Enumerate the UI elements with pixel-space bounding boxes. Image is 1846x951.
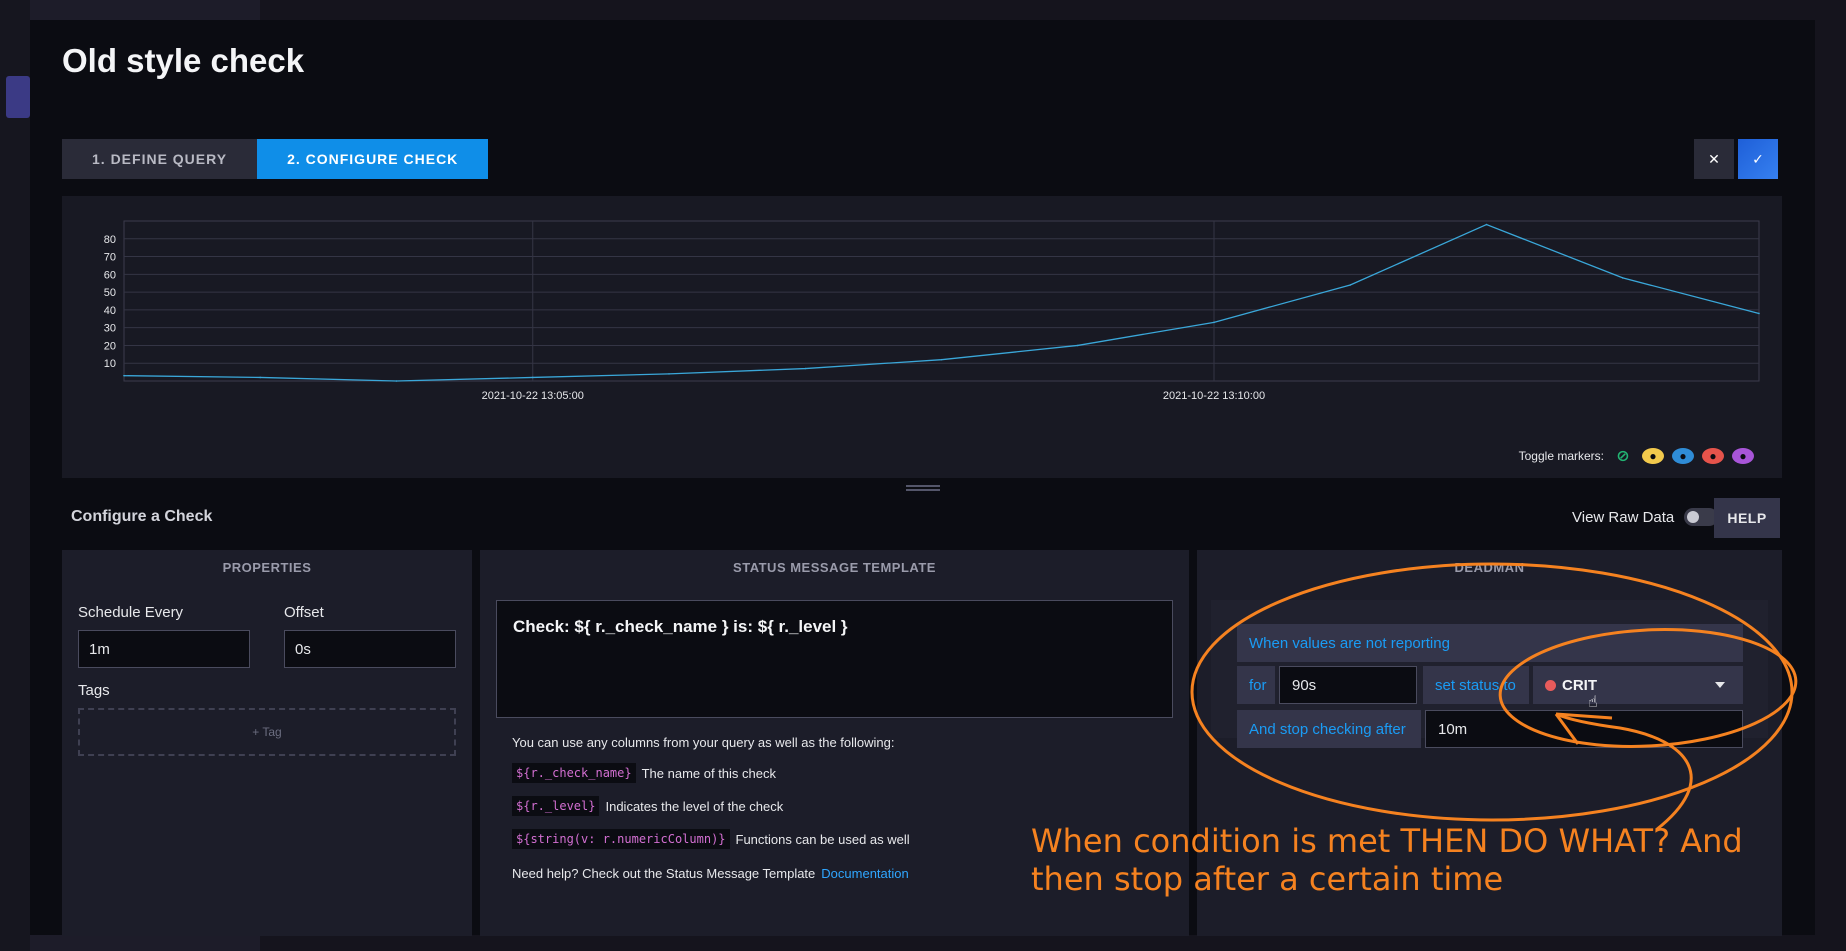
series-line [123,223,1760,382]
close-button[interactable]: ✕ [1694,139,1734,179]
data-point [123,374,125,377]
template-var-row: ${r._level} Indicates the level of the c… [512,796,783,816]
annotation-text: When condition is met THEN DO WHAT? And … [1031,822,1743,898]
data-point [531,376,534,379]
y-tick-label: 60 [104,269,116,281]
template-var-code: ${r._check_name} [512,763,636,783]
graph-panel: 10 20 30 40 50 60 70 80 2021-10-22 13:05:00 2021-… [62,196,1782,478]
data-point [395,380,398,382]
mouse-cursor-icon: ☝ [1588,694,1598,711]
check-editor-overlay: Old style check 1. DEFINE QUERY 2. CONFI… [30,20,1815,936]
status-level-value: CRIT [1562,676,1597,694]
deadman-heading: DEADMAN [1454,560,1525,575]
data-point [1621,277,1624,279]
line-chart: 10 20 30 40 50 60 70 80 2021-10-22 13:05:00 2021-… [104,220,1760,402]
status-level-dropdown[interactable]: CRIT [1533,666,1743,704]
resize-handle[interactable] [906,485,940,491]
for-label: for [1237,666,1275,704]
template-var-code: ${string(v: r.numericColumn)} [512,829,730,849]
schedule-input[interactable]: 1m [78,630,250,668]
help-button[interactable]: HELP [1714,498,1780,538]
template-editor[interactable]: Check: ${ r._check_name } is: ${ r._leve… [496,600,1173,718]
toggle-markers: Toggle markers: ⊘ ● ● ● ● [1518,448,1754,465]
properties-card: PROPERTIES Schedule Every 1m Offset 0s T… [62,550,472,936]
marker-ok-toggle[interactable]: ⊘ [1612,448,1634,465]
view-raw-label: View Raw Data [1572,508,1675,526]
schedule-label: Schedule Every [78,604,184,621]
x-tick-label: 2021-10-22 13:05:00 [482,390,584,402]
stop-after-input[interactable]: 10m [1425,710,1743,748]
template-var-desc: Functions can be used as well [735,831,910,847]
data-point [1076,344,1079,347]
properties-heading: PROPERTIES [222,560,312,575]
stop-checking-label: And stop checking after [1237,710,1421,748]
marker-unknown-toggle[interactable]: ● [1732,448,1754,464]
y-tick-label: 70 [104,252,116,264]
template-var-desc: The name of this check [641,765,776,781]
for-duration-input[interactable]: 90s [1279,666,1417,704]
data-point [940,358,943,361]
plot-frame [123,220,1760,382]
y-tick-label: 40 [104,305,116,317]
marker-info-toggle[interactable]: ● [1642,448,1664,464]
sidebar-active-indicator [6,76,30,118]
check-icon: ✓ [1752,150,1764,167]
configure-title: Configure a Check [71,508,213,525]
data-point [804,367,807,370]
set-status-label: set status to [1423,666,1529,704]
template-var-desc: Indicates the level of the check [605,798,784,814]
template-var-row: ${r._check_name} The name of this check [512,763,776,783]
y-tick-label: 20 [104,340,116,352]
toggle-markers-label: Toggle markers: [1518,449,1604,463]
tab-define-query[interactable]: 1. DEFINE QUERY [62,139,258,179]
close-icon: ✕ [1708,150,1720,167]
data-point [1213,321,1215,324]
data-point [1758,312,1760,315]
tab-configure-check[interactable]: 2. CONFIGURE CHECK [257,139,489,179]
offset-input[interactable]: 0s [284,630,456,668]
step-tabs: 1. DEFINE QUERY 2. CONFIGURE CHECK [62,139,489,179]
data-point [1349,284,1352,286]
marker-crit-toggle[interactable]: ● [1702,448,1724,464]
y-tick-label: 10 [104,358,116,370]
view-raw-data: View Raw Data [1572,508,1719,526]
data-point [259,376,262,379]
data-point [1485,223,1488,226]
template-intro: You can use any columns from your query … [512,735,895,750]
crit-status-dot [1545,679,1556,691]
y-tick-label: 80 [104,234,116,246]
tags-label: Tags [78,682,110,699]
data-point [668,373,670,375]
y-tick-label: 50 [104,287,116,299]
app-sidebar [0,0,30,951]
page-title: Old style check [62,42,305,79]
template-var-code: ${r._level} [512,796,600,816]
chevron-down-icon [1715,682,1725,688]
status-template-heading: STATUS MESSAGE TEMPLATE [733,560,936,575]
offset-label: Offset [284,604,324,621]
deadman-settings: When values are not reporting for 90s se… [1211,600,1768,748]
documentation-link[interactable]: Documentation [821,866,908,881]
y-tick-label: 30 [104,323,116,335]
when-not-reporting-label: When values are not reporting [1237,624,1743,662]
x-tick-label: 2021-10-22 13:10:00 [1163,390,1265,402]
template-help: Need help? Check out the Status Message … [512,866,909,881]
marker-warn-toggle[interactable]: ● [1672,448,1694,464]
save-button[interactable]: ✓ [1738,139,1778,179]
template-var-row: ${string(v: r.numericColumn)} Functions … [512,829,910,849]
add-tag-button[interactable]: + Tag [78,708,456,756]
